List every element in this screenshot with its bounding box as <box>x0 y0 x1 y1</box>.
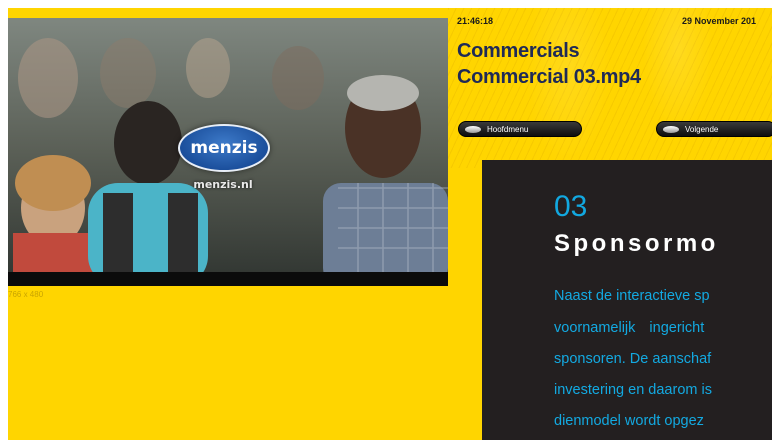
video-bottom-bar <box>8 272 448 286</box>
main-menu-label: Hoofdmenu <box>487 124 529 134</box>
file-title: Commercial 03.mp4 <box>457 66 641 88</box>
clock-time: 21:46:18 <box>457 16 494 26</box>
current-date: 29 November 201 <box>682 16 757 26</box>
next-button[interactable]: Volgende <box>656 121 772 137</box>
section-number: 03 <box>554 190 588 223</box>
video-dimensions-label: 766 x 480 <box>8 290 44 299</box>
body-text-line: sponsoren. De aanschaf <box>554 351 712 367</box>
category-title: Commercials <box>457 40 580 62</box>
menzis-logo: menzis <box>178 124 270 172</box>
body-text-line: investering en daarom is <box>554 382 712 398</box>
oval-button-icon <box>465 125 481 133</box>
body-text-line: Naast de interactieve sp <box>554 288 710 304</box>
body-text-line: voornamelijk ingericht <box>554 320 705 336</box>
menzis-url-text: menzis.nl <box>193 178 253 191</box>
video-player[interactable]: menzis menzis.nl <box>8 18 448 286</box>
next-label: Volgende <box>685 124 719 134</box>
section-heading: Sponsormo <box>554 230 719 257</box>
oval-button-icon <box>663 125 679 133</box>
body-text-line: dienmodel wordt opgez <box>554 413 704 429</box>
screen: menzis menzis.nl 766 x 480 21:46:18 29 N… <box>0 0 772 440</box>
main-menu-button[interactable]: Hoofdmenu <box>458 121 582 137</box>
